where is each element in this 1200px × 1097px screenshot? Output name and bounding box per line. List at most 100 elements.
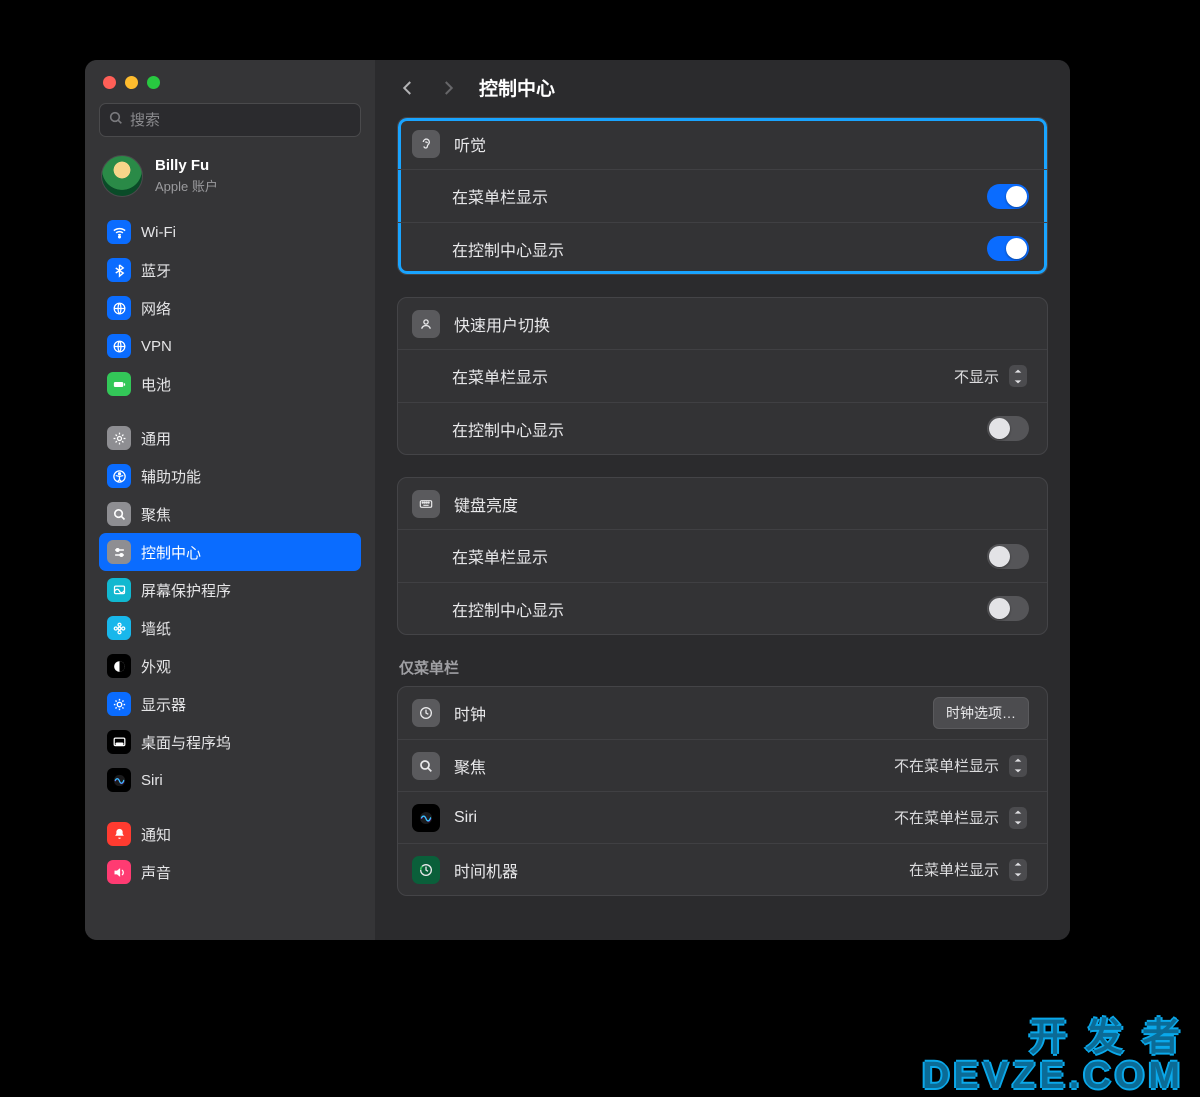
settings-row: Siri 不在菜单栏显示 xyxy=(398,791,1047,843)
tm-icon xyxy=(412,856,440,884)
sidebar-item-label: 桌面与程序坞 xyxy=(141,732,231,753)
row-title: 聚焦 xyxy=(454,754,486,778)
sidebar-item-label: 电池 xyxy=(141,374,171,395)
sun-icon xyxy=(107,692,131,716)
dock-icon xyxy=(107,730,131,754)
stepper-icon xyxy=(1009,859,1027,881)
sidebar-item-2[interactable]: 网络 xyxy=(99,289,361,327)
stepper-icon xyxy=(1009,365,1027,387)
popup-select[interactable]: 在菜单栏显示 xyxy=(907,859,1029,881)
sidebar-item-label: 屏幕保护程序 xyxy=(141,580,231,601)
row-label: 在菜单栏显示 xyxy=(452,544,548,568)
search-field[interactable] xyxy=(99,103,361,137)
contrast-icon xyxy=(107,654,131,678)
stepper-icon xyxy=(1009,755,1027,777)
settings-row: 时间机器 在菜单栏显示 xyxy=(398,843,1047,895)
page-title: 控制中心 xyxy=(479,74,555,101)
close-window-button[interactable] xyxy=(103,76,116,89)
screensaver-icon xyxy=(107,578,131,602)
sidebar-item-8[interactable]: 聚焦 xyxy=(99,495,361,533)
avatar xyxy=(101,155,143,197)
settings-row: 时钟 时钟选项… xyxy=(398,687,1047,739)
popup-select[interactable]: 不在菜单栏显示 xyxy=(892,807,1029,829)
toggle-switch[interactable] xyxy=(987,596,1029,621)
sidebar-item-13[interactable]: 显示器 xyxy=(99,685,361,723)
gear-icon xyxy=(107,426,131,450)
forward-button[interactable] xyxy=(435,75,461,101)
group-title: 听觉 xyxy=(454,132,486,156)
popup-select[interactable]: 不在菜单栏显示 xyxy=(892,755,1029,777)
back-button[interactable] xyxy=(395,75,421,101)
ear-icon xyxy=(412,130,440,158)
settings-row: 在控制中心显示 xyxy=(398,582,1047,634)
toggle-switch[interactable] xyxy=(987,416,1029,441)
sidebar-item-9[interactable]: 控制中心 xyxy=(99,533,361,571)
sidebar-item-11[interactable]: 墙纸 xyxy=(99,609,361,647)
row-title: 时间机器 xyxy=(454,858,518,882)
toggle-switch[interactable] xyxy=(987,184,1029,209)
group-header: 键盘亮度 xyxy=(398,478,1047,530)
search-icon xyxy=(108,110,124,131)
search-input[interactable] xyxy=(124,112,352,129)
sidebar-item-label: Wi-Fi xyxy=(141,224,176,241)
sidebar-item-7[interactable]: 辅助功能 xyxy=(99,457,361,495)
siri-icon xyxy=(412,804,440,832)
sidebar-item-3[interactable]: VPN xyxy=(99,327,361,365)
content-pane: 控制中心 听觉在菜单栏显示在控制中心显示 快速用户切换在菜单栏显示不显示在控制中… xyxy=(375,60,1070,940)
settings-row: 在菜单栏显示 xyxy=(398,530,1047,582)
settings-group: 键盘亮度在菜单栏显示在控制中心显示 xyxy=(397,477,1048,635)
settings-window: Billy Fu Apple 账户 Wi-Fi 蓝牙网络 VPN 电池通用辅助功能聚焦… xyxy=(85,60,1070,940)
sidebar-item-1[interactable]: 蓝牙 xyxy=(99,251,361,289)
row-label: 在菜单栏显示 xyxy=(452,184,548,208)
sidebar-item-12[interactable]: 外观 xyxy=(99,647,361,685)
account-name: Billy Fu xyxy=(155,157,218,176)
bell-icon xyxy=(107,822,131,846)
sidebar-item-15[interactable]: Siri xyxy=(99,761,361,799)
settings-row: 在菜单栏显示 不显示 xyxy=(398,350,1047,402)
toggle-switch[interactable] xyxy=(987,236,1029,261)
sidebar-item-4[interactable]: 电池 xyxy=(99,365,361,403)
watermark: 开 发 者 DEVZE.COM xyxy=(922,1019,1184,1095)
sidebar-item-label: 控制中心 xyxy=(141,542,201,563)
scroll-pane[interactable]: 听觉在菜单栏显示在控制中心显示 快速用户切换在菜单栏显示不显示在控制中心显示 键… xyxy=(375,117,1070,940)
search-icon xyxy=(412,752,440,780)
row-label: 在控制中心显示 xyxy=(452,417,564,441)
settings-row: 在菜单栏显示 xyxy=(398,170,1047,222)
row-label: 在菜单栏显示 xyxy=(452,364,548,388)
sidebar-item-label: 显示器 xyxy=(141,694,186,715)
sidebar-item-6[interactable]: 通用 xyxy=(99,419,361,457)
sidebar-item-label: Siri xyxy=(141,772,163,789)
sidebar-item-18[interactable]: 声音 xyxy=(99,853,361,891)
sliders-icon xyxy=(107,540,131,564)
sidebar-item-14[interactable]: 桌面与程序坞 xyxy=(99,723,361,761)
group-header: 听觉 xyxy=(398,118,1047,170)
speaker-icon xyxy=(107,860,131,884)
search-icon xyxy=(107,502,131,526)
clock-icon xyxy=(412,699,440,727)
sidebar-item-17[interactable]: 通知 xyxy=(99,815,361,853)
section-heading: 仅菜单栏 xyxy=(397,657,1048,686)
settings-row: 在控制中心显示 xyxy=(398,402,1047,454)
options-button[interactable]: 时钟选项… xyxy=(933,697,1029,729)
sidebar-item-0[interactable]: Wi-Fi xyxy=(99,213,361,251)
row-label: 在控制中心显示 xyxy=(452,237,564,261)
group-header: 快速用户切换 xyxy=(398,298,1047,350)
sidebar-item-label: 辅助功能 xyxy=(141,466,201,487)
sidebar-item-label: VPN xyxy=(141,338,172,355)
popup-select[interactable]: 不显示 xyxy=(952,365,1029,387)
sidebar-item-label: 通知 xyxy=(141,824,171,845)
user-icon xyxy=(412,310,440,338)
minimize-window-button[interactable] xyxy=(125,76,138,89)
sidebar-item-10[interactable]: 屏幕保护程序 xyxy=(99,571,361,609)
account-subtitle: Apple 账户 xyxy=(155,176,218,195)
toggle-switch[interactable] xyxy=(987,544,1029,569)
apple-account-row[interactable]: Billy Fu Apple 账户 xyxy=(95,151,365,213)
group-title: 快速用户切换 xyxy=(454,312,550,336)
globe-icon xyxy=(107,334,131,358)
zoom-window-button[interactable] xyxy=(147,76,160,89)
sidebar: Billy Fu Apple 账户 Wi-Fi 蓝牙网络 VPN 电池通用辅助功能聚焦… xyxy=(85,60,375,940)
keyboard-icon xyxy=(412,490,440,518)
window-controls xyxy=(95,74,365,103)
group-title: 键盘亮度 xyxy=(454,492,518,516)
settings-group: 快速用户切换在菜单栏显示 不显示在控制中心显示 xyxy=(397,297,1048,455)
